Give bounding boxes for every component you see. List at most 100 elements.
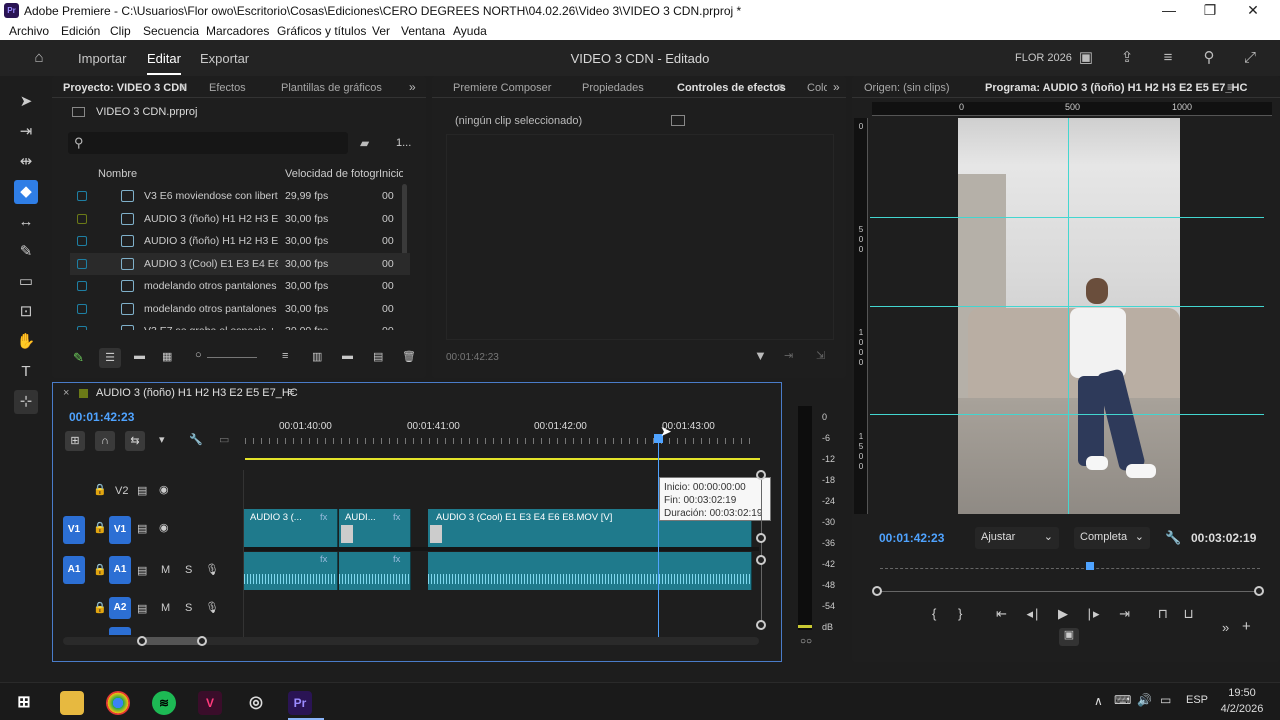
ripple-edit-tool-icon[interactable]: ⇹ [14, 150, 38, 174]
col-fps[interactable]: Velocidad de fotogr [285, 168, 379, 180]
solo-button[interactable]: S [185, 602, 192, 614]
export-frame-icon[interactable]: ▣ [1059, 628, 1079, 646]
a3-track-patch[interactable] [109, 627, 131, 635]
track-select-tool-icon[interactable]: ⇥ [14, 120, 38, 144]
tab-effects[interactable]: Efectos [209, 82, 246, 94]
video-frame[interactable] [958, 118, 1180, 514]
sync-lock-icon[interactable]: ▤ [137, 522, 147, 535]
lock-icon[interactable]: 🔒 [93, 521, 107, 534]
chrome-icon[interactable] [106, 691, 130, 715]
track-v2-label[interactable]: V2 [115, 485, 128, 497]
more-tabs-icon[interactable]: » [833, 80, 840, 94]
sync-lock-icon[interactable]: ▤ [137, 602, 147, 615]
lock-icon[interactable]: 🔒 [93, 601, 107, 614]
guide-line[interactable] [870, 414, 1264, 415]
language-indicator[interactable]: ESP [1186, 694, 1208, 706]
audio-clip[interactable] [428, 552, 752, 590]
tab-properties[interactable]: Propiedades [582, 82, 644, 94]
vscroll-handle[interactable] [756, 620, 766, 630]
go-to-in-icon[interactable]: ⇤ [996, 606, 1009, 621]
microphone-icon[interactable]: 🎙 [205, 563, 219, 576]
work-area-bar[interactable] [245, 458, 760, 460]
label-color[interactable] [77, 304, 87, 314]
vscroll-handle[interactable] [756, 533, 766, 543]
fit-dropdown[interactable]: Ajustar ⌄ [975, 527, 1059, 549]
selection-tool-icon[interactable]: ➤ [14, 90, 38, 114]
v1-source-patch[interactable]: V1 [63, 516, 85, 544]
tab-source[interactable]: Origen: (sin clips) [864, 82, 950, 94]
tab-effect-controls[interactable]: Controles de efectos [677, 82, 786, 94]
step-forward-icon[interactable]: |▸ [1088, 606, 1102, 621]
label-color[interactable] [77, 191, 87, 201]
col-start[interactable]: Inicio [379, 168, 403, 180]
battery-icon[interactable]: ▭ [1160, 693, 1171, 707]
zoom-tool-icon[interactable]: ⊡ [14, 300, 38, 324]
guide-line[interactable] [1068, 118, 1069, 514]
label-color[interactable] [77, 259, 87, 269]
menu-ventana[interactable]: Ventana [401, 24, 445, 38]
pencil-icon[interactable]: ✎ [73, 350, 84, 366]
type-tool-icon[interactable]: T [14, 360, 38, 384]
lock-icon[interactable]: 🔒 [93, 563, 107, 576]
pen-tool-icon[interactable]: ✎ [14, 240, 38, 264]
more-tabs-icon[interactable]: » [409, 80, 416, 94]
tab-project[interactable]: Proyecto: VIDEO 3 CDN [63, 82, 187, 94]
audio-clip[interactable]: fx [339, 552, 411, 590]
sync-lock-icon[interactable]: ▤ [137, 564, 147, 577]
list-view-icon[interactable]: ☰ [99, 348, 121, 368]
quality-dropdown[interactable]: Completa ⌄ [1074, 527, 1150, 549]
sequence-tab[interactable]: AUDIO 3 (ñoño) H1 H2 H3 E2 E5 E7_HC [96, 387, 298, 399]
linked-selection-icon[interactable]: ⇆ [125, 431, 145, 451]
eye-icon[interactable]: ◉ [159, 521, 169, 534]
slip-tool-icon[interactable]: ↔ [14, 210, 38, 234]
sync-lock-icon[interactable]: ▤ [137, 484, 147, 497]
project-item[interactable]: modelando otros pantalones 30,00 fps 00 [70, 275, 410, 297]
zoom-slider-track[interactable] [207, 357, 257, 358]
guide-line[interactable] [870, 306, 1264, 307]
eye-icon[interactable]: ◉ [159, 483, 169, 496]
zoom-bar[interactable] [876, 591, 1260, 592]
label-color[interactable] [77, 214, 87, 224]
transform-tool-icon[interactable]: ⊹ [14, 390, 38, 414]
share-icon[interactable]: ⇪ [1118, 49, 1136, 67]
menu-marcadores[interactable]: Marcadores [206, 24, 269, 38]
tab-program[interactable]: Programa: AUDIO 3 (ñoño) H1 H2 H3 E2 E5 … [985, 82, 1247, 94]
trash-icon[interactable]: 🗑 [402, 350, 416, 363]
freeform-view-icon[interactable]: ▦ [162, 350, 172, 363]
microphone-icon[interactable]: 🎙 [205, 601, 219, 614]
search-icon[interactable]: ⚲ [1200, 49, 1218, 67]
zoom-handle-right[interactable] [1254, 586, 1264, 596]
menu-graficos[interactable]: Gráficos y títulos [277, 24, 366, 38]
more-controls-icon[interactable]: » [1222, 620, 1229, 635]
search-input[interactable]: ⚲ [68, 132, 348, 154]
mute-button[interactable]: M [161, 602, 170, 614]
new-bin-icon[interactable]: ▰ [360, 136, 369, 150]
file-explorer-icon[interactable] [60, 691, 84, 715]
clock-time[interactable]: 19:50 [1210, 687, 1274, 699]
col-name[interactable]: Nombre [98, 168, 137, 180]
project-item[interactable]: AUDIO 3 (ñoño) H1 H2 H3 E 30,00 fps 00 [70, 208, 410, 230]
panel-menu-icon[interactable]: ≡ [777, 80, 784, 94]
vscroll-handle[interactable] [756, 555, 766, 565]
play-icon[interactable]: ▶ [1058, 606, 1070, 621]
fullscreen-icon[interactable]: ⤢ [1241, 49, 1259, 67]
filter-icon[interactable]: ▼ [754, 348, 767, 363]
zoom-handle-left[interactable] [872, 586, 882, 596]
premiere-taskbar-icon[interactable]: Pr [288, 691, 312, 715]
wrench-icon[interactable]: 🔧 [1165, 530, 1181, 546]
extract-icon[interactable]: ⊔ [1183, 606, 1195, 621]
step-back-icon[interactable]: ◂| [1026, 606, 1040, 621]
close-sequence-icon[interactable]: × [63, 387, 69, 399]
automate-icon[interactable]: ▥ [312, 350, 322, 363]
add-button-icon[interactable]: + [1242, 618, 1251, 635]
app-icon[interactable]: V [198, 691, 222, 715]
tab-premiere-composer[interactable]: Premiere Composer [453, 82, 551, 94]
lift-icon[interactable]: ⊓ [1158, 606, 1170, 621]
label-color[interactable] [77, 236, 87, 246]
video-clip[interactable]: AUDI... fx [339, 509, 411, 547]
timeline-timecode[interactable]: 00:01:42:23 [69, 410, 134, 424]
toggle-timeline-icon[interactable] [671, 115, 685, 126]
panel-menu-icon[interactable]: ≡ [288, 386, 294, 398]
hscroll-handle-right[interactable] [197, 636, 207, 646]
insert-sequence-icon[interactable]: ⊞ [65, 431, 85, 451]
